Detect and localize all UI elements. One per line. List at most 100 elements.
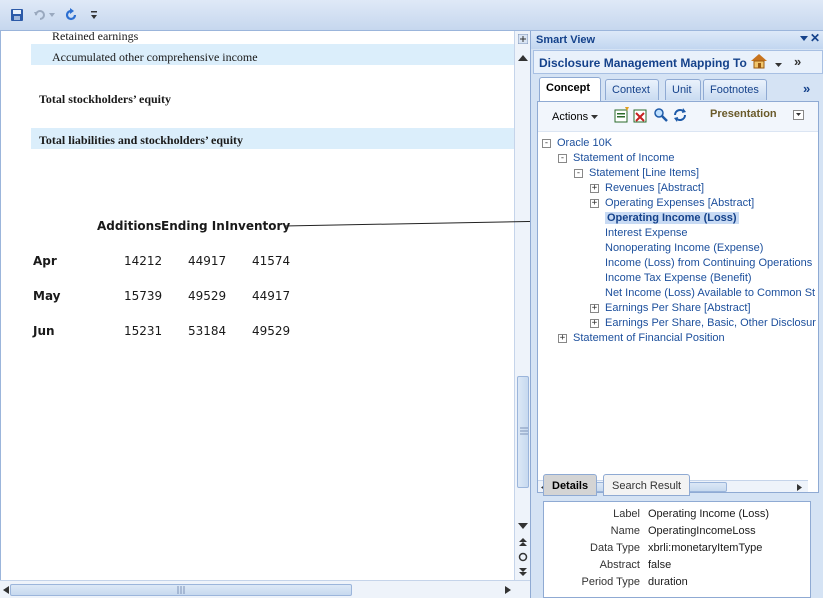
detail-label: Period Type [581, 576, 640, 588]
search-icon[interactable] [653, 107, 669, 126]
actions-label: Actions [552, 111, 589, 123]
tree-item[interactable]: Income Tax Expense (Benefit) [605, 272, 752, 284]
tree-item[interactable]: Statement of Financial Position [573, 332, 725, 344]
refresh-icon[interactable] [63, 7, 79, 23]
undo-dropdown-icon[interactable] [48, 7, 56, 23]
remove-concept-icon[interactable] [633, 107, 649, 126]
header-inventory: Inventory [225, 219, 291, 233]
scrollbar-thumb[interactable] [517, 376, 529, 488]
previous-page-icon[interactable] [518, 537, 528, 550]
expand-icon[interactable]: + [590, 184, 599, 193]
home-icon[interactable] [750, 53, 768, 72]
panel-title: Smart View ✕ [531, 31, 823, 49]
tree-item[interactable]: Statement of Income [573, 152, 675, 164]
tabs-overflow-icon[interactable]: » [803, 81, 810, 96]
quick-access-toolbar [0, 0, 823, 31]
dropdown-icon[interactable] [775, 59, 782, 71]
tree-item[interactable]: Earnings Per Share, Basic, Other Disclos… [605, 317, 816, 329]
scroll-right-icon[interactable] [796, 483, 803, 492]
scroll-right-icon[interactable] [504, 585, 512, 595]
tree-item[interactable]: Statement [Line Items] [589, 167, 699, 179]
customize-icon[interactable] [86, 7, 102, 23]
panel-menu-icon[interactable] [800, 33, 808, 45]
total-equity-line: Total stockholders’ equity [39, 92, 172, 106]
row-label-jun: Jun [33, 324, 55, 338]
chevron-down-icon [591, 115, 599, 119]
collapse-icon[interactable]: - [542, 139, 551, 148]
expand-icon[interactable]: + [558, 334, 567, 343]
mapping-tool-header: Disclosure Management Mapping Tool » [533, 50, 823, 74]
detail-label: Abstract [599, 559, 640, 571]
presentation-dropdown[interactable] [793, 110, 804, 123]
tree-item[interactable]: Revenues [Abstract] [605, 182, 704, 194]
details-panel: Label Operating Income (Loss) Name Operatin… [543, 501, 811, 598]
total-liabilities-line: Total liabilities and stockholders’ equi… [39, 133, 244, 147]
detail-label: Label [613, 508, 640, 520]
tree-item[interactable]: Income (Loss) from Continuing Operations [605, 257, 812, 269]
smart-view-panel: Smart View ✕ Disclosure Management Mappi… [530, 31, 823, 598]
detail-value: xbrli:monetaryItemType [648, 542, 763, 554]
tab-context[interactable]: Context [605, 79, 659, 100]
aoci-line: Accumulated other comprehensive income [52, 50, 258, 64]
tree-item[interactable]: Oracle 10K [557, 137, 612, 149]
table-cell: 41574 [252, 254, 291, 268]
concept-panel: Actions Presentation - Oracle 10K - Stateme… [537, 101, 819, 493]
chevron-right-icon[interactable]: » [794, 54, 801, 69]
table-cell: 44917 [252, 289, 291, 303]
retained-earnings-line: Retained earnings [52, 31, 139, 43]
expand-icon[interactable]: + [590, 304, 599, 313]
tree-item[interactable]: Interest Expense [605, 227, 688, 239]
tab-concept[interactable]: Concept [539, 77, 601, 101]
document-area[interactable]: Retained earnings Accumulated other comp… [0, 31, 514, 580]
document-vertical-scrollbar[interactable] [514, 31, 530, 580]
scroll-down-icon[interactable] [518, 521, 528, 533]
collapse-icon[interactable]: - [574, 169, 583, 178]
expand-icon[interactable]: + [590, 199, 599, 208]
table-cell: 49529 [188, 289, 227, 303]
add-concept-icon[interactable] [614, 107, 630, 126]
tree-item[interactable]: Operating Expenses [Abstract] [605, 197, 754, 209]
panel-title-text: Smart View [536, 34, 596, 46]
next-page-icon[interactable] [518, 567, 528, 580]
action-bar: Actions Presentation [538, 102, 818, 132]
table-cell: 15231 [124, 324, 163, 338]
table-cell: 15739 [124, 289, 163, 303]
expand-icon[interactable]: + [590, 319, 599, 328]
scrollbar-thumb[interactable] [10, 584, 352, 596]
header-ending-in: Ending In [161, 219, 225, 233]
header-additions: Additions [97, 219, 162, 233]
row-label-may: May [33, 289, 61, 303]
detail-value: duration [648, 576, 688, 588]
table-cell: 53184 [188, 324, 227, 338]
tab-unit[interactable]: Unit [665, 79, 701, 100]
refresh-icon[interactable] [672, 107, 688, 126]
select-browse-object-icon[interactable] [518, 552, 528, 565]
table-cell: 44917 [188, 254, 227, 268]
detail-value: Operating Income (Loss) [648, 508, 770, 520]
scroll-up-icon[interactable] [518, 53, 528, 65]
table-cell: 49529 [252, 324, 291, 338]
tree-item[interactable]: Nonoperating Income (Expense) [605, 242, 763, 254]
save-icon[interactable] [9, 7, 25, 23]
document-horizontal-scrollbar[interactable] [0, 580, 530, 598]
scroll-left-icon[interactable] [2, 585, 10, 595]
detail-label: Data Type [590, 542, 640, 554]
undo-icon[interactable] [32, 7, 48, 23]
actions-menu[interactable]: Actions [552, 111, 599, 123]
tree-item[interactable]: Operating Income (Loss) [605, 212, 739, 224]
close-icon[interactable]: ✕ [810, 31, 820, 45]
scroll-options-icon[interactable] [517, 33, 529, 47]
table-cell: 14212 [124, 254, 163, 268]
tab-footnotes[interactable]: Footnotes [703, 79, 767, 100]
detail-label: Name [610, 525, 640, 537]
detail-value: OperatingIncomeLoss [648, 525, 756, 537]
row-label-apr: Apr [33, 254, 57, 268]
presentation-label: Presentation [710, 108, 777, 120]
collapse-icon[interactable]: - [558, 154, 567, 163]
detail-value: false [648, 559, 672, 571]
mapping-tool-title: Disclosure Management Mapping Tool [539, 56, 747, 70]
tree-item[interactable]: Net Income (Loss) Available to Common St [605, 287, 815, 299]
tab-details[interactable]: Details [543, 474, 598, 496]
tree-item[interactable]: Earnings Per Share [Abstract] [605, 302, 751, 314]
tab-search-result[interactable]: Search Result [603, 474, 691, 496]
